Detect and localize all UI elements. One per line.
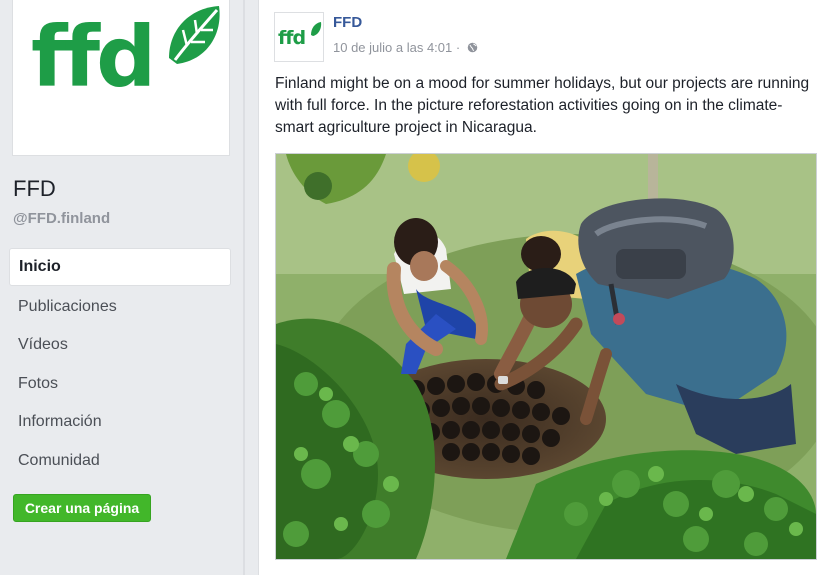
post-card: ffd FFD 10 de julio a las 4:01 · Finland… [258,0,825,575]
logo-wordmark: ffd [31,8,152,106]
left-column: ffd FFD @FFD.finland Inicio Publicacione… [0,0,243,575]
column-divider [243,0,245,575]
page-name: FFD [13,176,56,201]
page-nav: Inicio Publicaciones Vídeos Fotos Inform… [9,248,231,481]
create-page-button[interactable]: Crear una página [13,494,151,522]
nav-item-inicio[interactable]: Inicio [9,248,231,286]
post-meta: 10 de julio a las 4:01 · [333,40,478,55]
nav-item-fotos[interactable]: Fotos [9,366,231,402]
post-photo[interactable] [275,153,817,560]
globe-icon [467,42,478,53]
page-profile-picture[interactable]: ffd [12,0,230,156]
nav-item-informacion[interactable]: Información [9,404,231,440]
leaf-icon [169,6,220,64]
nav-item-videos[interactable]: Vídeos [9,327,231,363]
post-timestamp[interactable]: 10 de julio a las 4:01 · [333,40,460,55]
nav-item-comunidad[interactable]: Comunidad [9,443,231,479]
post-avatar[interactable]: ffd [274,12,324,62]
post-text: Finland might be on a mood for summer ho… [275,75,810,136]
avatar-wordmark: ffd [278,27,305,49]
post-author[interactable]: FFD [333,14,362,31]
page-handle[interactable]: @FFD.finland [13,210,110,227]
nav-item-publicaciones[interactable]: Publicaciones [9,289,231,325]
ffd-logo: ffd [19,0,223,150]
